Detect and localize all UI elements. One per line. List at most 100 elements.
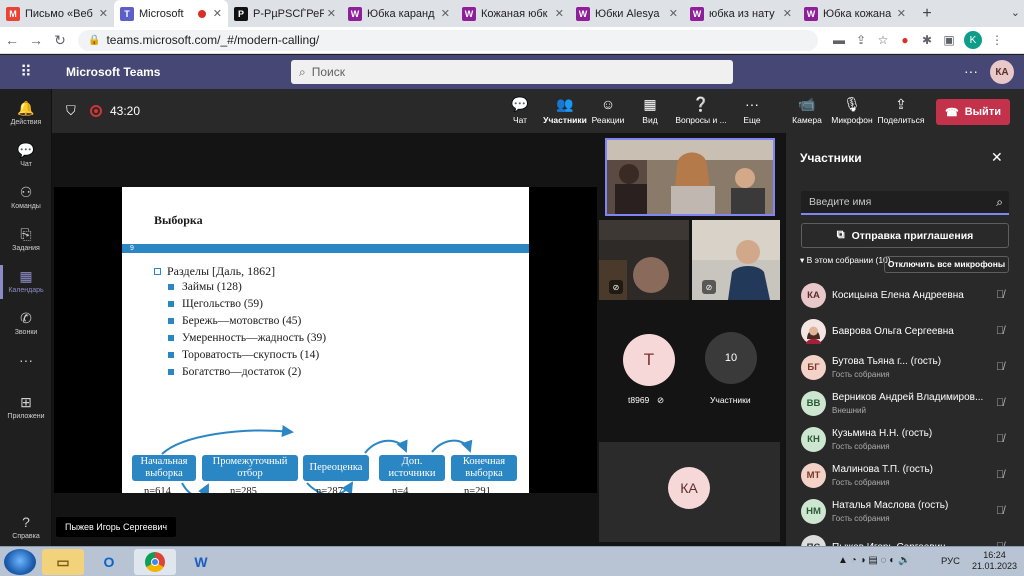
control-qa-button[interactable]: ❔ Вопросы и ... [672, 95, 730, 129]
close-tab-icon[interactable]: ✕ [99, 7, 108, 20]
clock-date: 21.01.2023 [972, 561, 1018, 571]
start-button[interactable] [4, 549, 36, 575]
rail-item[interactable]: ✆ Звонки [0, 303, 52, 345]
app-launcher-icon[interactable]: ⠿ [0, 62, 52, 82]
share-page-icon[interactable]: ⇪ [850, 33, 872, 47]
browser-tab[interactable]: P Р-РµРЅСЃРеРЕ✕ [228, 0, 342, 27]
video-tile-participant[interactable]: ⊘ [692, 220, 780, 300]
browser-tab[interactable]: W Юбка кожана ✕ [798, 0, 912, 27]
browser-tab[interactable]: M Письмо «Веб ✕ [0, 0, 114, 27]
user-avatar[interactable]: КА [990, 60, 1014, 84]
gmail-icon: M [6, 6, 20, 21]
control-label: Камера [792, 115, 822, 125]
avatar-photo [801, 319, 826, 344]
control-mic-off-button[interactable]: 🎙 Микрофон [831, 95, 873, 129]
close-tab-icon[interactable]: ✕ [327, 7, 336, 20]
control-share-button[interactable]: ⇪ Поделиться [875, 95, 927, 129]
browser-tab[interactable]: W Юбки Alesya ✕ [570, 0, 684, 27]
meeting-timer: 43:20 [110, 104, 141, 118]
tab-search-icon[interactable]: ⌄ [1011, 6, 1020, 19]
close-icon[interactable]: ✕ [991, 149, 1003, 166]
browser-menu-icon[interactable]: ⋮ [986, 33, 1008, 47]
video-tile-participant[interactable]: ⊘ [599, 220, 689, 300]
browser-tab-title: Юбка каранд [367, 7, 435, 20]
browser-tab[interactable]: W Юбка каранд ✕ [342, 0, 456, 27]
close-tab-icon[interactable]: ✕ [669, 7, 678, 20]
close-tab-icon[interactable]: ✕ [783, 7, 792, 20]
opera-extension-icon[interactable]: ● [894, 33, 916, 47]
camera-indicator-icon[interactable]: ▬ [828, 33, 850, 47]
control-people-button[interactable]: 👥 Участники [542, 95, 588, 135]
w-icon: W [690, 6, 704, 21]
rail-item[interactable]: ? Справка [0, 507, 52, 549]
participant-avatar: МТ [801, 463, 826, 488]
qa-icon: ❔ [692, 96, 710, 112]
slide-sub-bullet: Щегольство (59) [168, 298, 263, 310]
self-video-tile[interactable]: КА [599, 442, 780, 542]
close-tab-icon[interactable]: ✕ [441, 7, 450, 20]
leave-button[interactable]: ☎ Выйти [936, 99, 1010, 125]
participants-count-tile[interactable]: 10 [705, 332, 757, 384]
participant-row[interactable]: Баврова Ольга Сергеевна 🎙̸ [786, 314, 1024, 350]
control-reactions-button[interactable]: ☺ Реакции [589, 95, 627, 129]
search-input[interactable]: ⌕ Поиск [291, 60, 733, 84]
mic-off-icon: ⊘ [609, 280, 623, 294]
slide-sub-bullet-text: Бережь—мотовство (45) [182, 315, 302, 327]
system-tray-icons[interactable]: ▲ ◔ ◑ ▤ ◌ ◐ 🔊 [838, 555, 911, 566]
w-icon: W [804, 6, 818, 21]
control-camera-off-button[interactable]: 📹 Камера [789, 95, 825, 129]
back-icon[interactable]: ← [0, 32, 24, 48]
word-icon[interactable]: W [180, 549, 222, 575]
participant-row[interactable]: НМ Наталья Маслова (гость) Гость собрания 🎙… [786, 494, 1024, 530]
participant-row[interactable]: КА Косицына Елена Андреевна 🎙̸ [786, 278, 1024, 314]
participant-row[interactable]: КН Кузьмина Н.Н. (гость) Гость собрания 🎙̸ [786, 422, 1024, 458]
w-icon: W [462, 6, 476, 21]
control-chat-button[interactable]: 💬 Чат [504, 95, 536, 129]
participant-role: Гость собрания [832, 478, 890, 487]
outlook-icon[interactable]: O [88, 549, 130, 575]
clock[interactable]: 16:24 21.01.2023 [972, 550, 1017, 572]
reading-list-icon[interactable]: ▣ [938, 33, 960, 47]
chrome-icon[interactable] [134, 549, 176, 575]
video-tile-main[interactable] [605, 138, 775, 216]
settings-more-icon[interactable]: ··· [964, 63, 978, 79]
invite-button[interactable]: ⧉ Отправка приглашения [801, 223, 1009, 248]
close-tab-icon[interactable]: ✕ [897, 7, 906, 20]
participant-row[interactable]: БГ Бутова Тьяна г... (гость) Гость собрани… [786, 350, 1024, 386]
language-indicator[interactable]: РУС [941, 556, 960, 567]
rail-item[interactable]: ▦ Календарь [0, 261, 52, 303]
extensions-icon[interactable]: ✱ [916, 33, 938, 47]
participant-row[interactable]: МТ Малинова Т.П. (гость) Гость собрания 🎙̸ [786, 458, 1024, 494]
section-toggle[interactable]: ▾ В этом собрании (10) [800, 255, 891, 266]
flow-count: n=287 [316, 486, 343, 497]
control-view-button[interactable]: ▦ Вид [635, 95, 665, 129]
apps-icon: ⊞ [20, 394, 32, 410]
rail-item[interactable]: ⎘ Задания [0, 219, 52, 261]
participant-row[interactable]: ВВ Верников Андрей Владимиров... Внешний 🎙̸ [786, 386, 1024, 422]
close-tab-icon[interactable]: ✕ [213, 7, 222, 20]
mute-all-button[interactable]: Отключить все микрофоны [884, 256, 1009, 273]
control-more-button[interactable]: ··· Еще [738, 95, 766, 129]
rail-item[interactable]: 💬 Чат [0, 135, 52, 177]
browser-tab[interactable]: W Кожаная юбк ✕ [456, 0, 570, 27]
address-bar[interactable]: 🔒 teams.microsoft.com/_#/modern-calling/ [78, 29, 818, 51]
bullet-square-icon [168, 284, 174, 290]
rail-item[interactable]: 🔔 Действия [0, 93, 52, 135]
forward-icon[interactable]: → [24, 32, 48, 48]
address-url: teams.microsoft.com/_#/modern-calling/ [106, 33, 320, 47]
browser-tab[interactable]: T Microsoft ✕ [114, 0, 228, 27]
rail-item[interactable]: ··· [0, 345, 52, 387]
new-tab-icon[interactable]: + [912, 0, 942, 27]
shield-icon[interactable]: ⛉ [66, 103, 76, 119]
participant-search-input[interactable]: Введите имя ⌕ [801, 191, 1009, 215]
rail-item[interactable]: ⊞ Приложени [0, 387, 52, 429]
file-explorer-icon[interactable]: ▭ [42, 549, 84, 575]
bookmark-star-icon[interactable]: ☆ [872, 33, 894, 47]
mic-off-icon: 🎙̸ [996, 397, 1005, 409]
browser-tab[interactable]: Wюбка из нату ✕ [684, 0, 798, 27]
browser-profile-avatar[interactable]: K [964, 31, 982, 49]
participant-avatar[interactable]: T [623, 334, 675, 386]
rail-item[interactable]: ⚇ Команды [0, 177, 52, 219]
close-tab-icon[interactable]: ✕ [555, 7, 564, 20]
reload-icon[interactable]: ↻ [48, 32, 72, 49]
